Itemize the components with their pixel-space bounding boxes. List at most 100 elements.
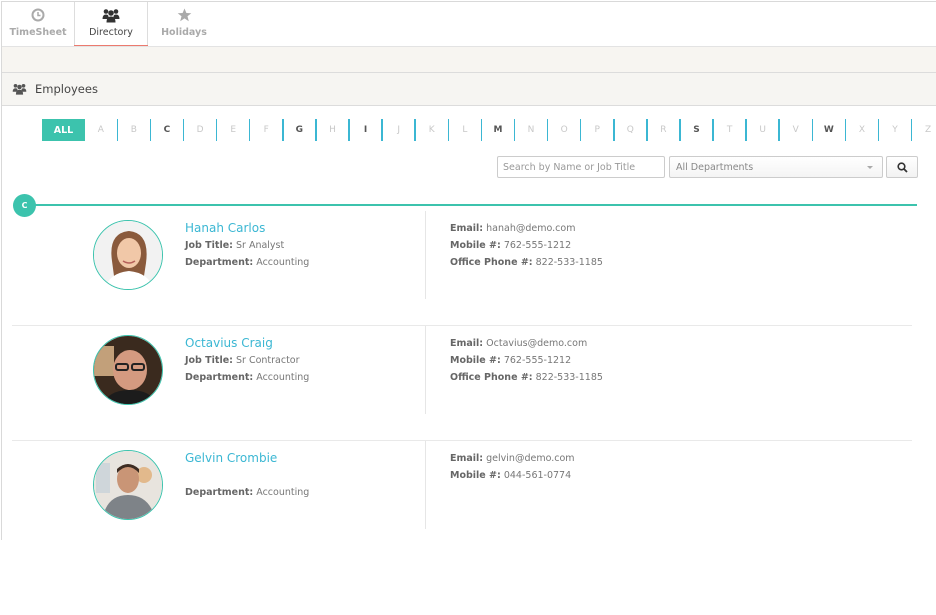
tab-label: Holidays: [161, 27, 207, 38]
email-label: Email:: [450, 223, 484, 234]
filter-letter-a[interactable]: A: [85, 119, 117, 141]
email-field: Email: Octavius@demo.com: [450, 335, 603, 352]
email-field: Email: hanah@demo.com: [450, 220, 603, 237]
search-icon: [896, 158, 908, 177]
tab-timesheet[interactable]: TimeSheet: [2, 2, 74, 46]
filter-letter-x[interactable]: X: [846, 119, 878, 141]
filter-letter-p[interactable]: P: [581, 119, 613, 141]
mobile-field: Mobile #: 762-555-1212: [450, 352, 603, 369]
job-title-label: Job Title:: [185, 355, 233, 366]
email-value[interactable]: hanah@demo.com: [486, 223, 575, 234]
filter-letter-g[interactable]: G: [284, 119, 316, 141]
column-divider: [425, 326, 426, 414]
department-label: Department:: [185, 487, 254, 498]
email-label: Email:: [450, 453, 484, 464]
employee-contact: Email: Octavius@demo.com Mobile #: 762-55…: [450, 335, 603, 386]
tab-label: Directory: [89, 27, 133, 38]
office-phone-label: Office Phone #:: [450, 372, 533, 383]
email-value[interactable]: gelvin@demo.com: [486, 453, 574, 464]
mobile-label: Mobile #:: [450, 240, 501, 251]
department-field: Department: Accounting: [185, 369, 309, 386]
filter-letter-k[interactable]: K: [416, 119, 448, 141]
department-select[interactable]: All Departments: [669, 156, 883, 178]
users-icon: [12, 80, 27, 99]
job-title-field-empty: [185, 467, 309, 484]
email-value[interactable]: Octavius@demo.com: [486, 338, 587, 349]
filter-letter-d[interactable]: D: [184, 119, 216, 141]
main-tabs: TimeSheet Directory Holidays: [2, 2, 220, 48]
department-field: Department: Accounting: [185, 484, 309, 501]
filter-letter-j[interactable]: J: [383, 119, 415, 141]
filter-letter-n[interactable]: N: [515, 119, 547, 141]
employee-row: Gelvin Crombie Department: Accounting Emai…: [12, 441, 912, 556]
office-phone-value: 822-533-1185: [535, 372, 603, 383]
mobile-value: 762-555-1212: [503, 240, 572, 251]
employee-info: Hanah Carlos Job Title: Sr Analyst Departm…: [185, 221, 309, 271]
employee-avatar[interactable]: [93, 220, 163, 290]
job-title-field: Job Title: Sr Analyst: [185, 237, 309, 254]
alphabet-filter: ALL ABCDEFGHIJKLMNOPQRSTUVWXYZ: [42, 119, 936, 141]
filter-letter-m[interactable]: M: [482, 119, 514, 141]
filter-letter-b[interactable]: B: [118, 119, 150, 141]
filter-letter-o[interactable]: O: [548, 119, 580, 141]
filter-letter-v[interactable]: V: [780, 119, 812, 141]
mobile-label: Mobile #:: [450, 470, 501, 481]
employee-avatar[interactable]: [93, 450, 163, 520]
filter-letter-u[interactable]: U: [747, 119, 779, 141]
toolbar-band: [2, 46, 936, 72]
filter-letter-f[interactable]: F: [250, 119, 282, 141]
job-title-value: Sr Contractor: [235, 355, 300, 366]
email-label: Email:: [450, 338, 484, 349]
office-phone-value: 822-533-1185: [535, 257, 603, 268]
filter-letter-s[interactable]: S: [681, 119, 713, 141]
mobile-value: 044-561-0774: [503, 470, 572, 481]
filter-letter-y[interactable]: Y: [879, 119, 911, 141]
job-title-label: Job Title:: [185, 240, 233, 251]
office-phone-field: Office Phone #: 822-533-1185: [450, 369, 603, 386]
panel-header: Employees: [2, 72, 936, 106]
filter-letter-i[interactable]: I: [350, 119, 382, 141]
tab-label: TimeSheet: [9, 27, 67, 38]
clock-icon: [31, 6, 45, 24]
users-icon: [102, 6, 120, 24]
employee-info: Octavius Craig Job Title: Sr Contractor De…: [185, 336, 309, 386]
filter-letter-z[interactable]: Z: [912, 119, 936, 141]
employee-avatar[interactable]: [93, 335, 163, 405]
filter-letter-r[interactable]: R: [648, 119, 680, 141]
employee-info: Gelvin Crombie Department: Accounting: [185, 451, 309, 501]
filter-letter-t[interactable]: T: [714, 119, 746, 141]
mobile-field: Mobile #: 762-555-1212: [450, 237, 603, 254]
search-input[interactable]: [497, 156, 665, 178]
employee-name-link[interactable]: Gelvin Crombie: [185, 451, 309, 467]
column-divider: [425, 211, 426, 299]
column-divider: [425, 441, 426, 529]
department-select-value: All Departments: [676, 161, 754, 173]
office-phone-field: Office Phone #: 822-533-1185: [450, 254, 603, 271]
tab-directory[interactable]: Directory: [74, 2, 148, 48]
filter-letter-h[interactable]: H: [317, 119, 349, 141]
filter-letter-w[interactable]: W: [813, 119, 845, 141]
department-label: Department:: [185, 372, 254, 383]
office-phone-label: Office Phone #:: [450, 257, 533, 268]
department-value: Accounting: [256, 257, 310, 268]
chevron-down-icon: [867, 166, 873, 169]
mobile-value: 762-555-1212: [503, 355, 572, 366]
tab-holidays[interactable]: Holidays: [148, 2, 220, 46]
filter-letter-e[interactable]: E: [217, 119, 249, 141]
employee-row: Hanah Carlos Job Title: Sr Analyst Departm…: [12, 211, 912, 326]
section-divider: [24, 204, 917, 206]
search-button[interactable]: [886, 156, 918, 178]
employee-name-link[interactable]: Hanah Carlos: [185, 221, 309, 237]
filter-all-button[interactable]: ALL: [42, 119, 85, 141]
filter-letter-l[interactable]: L: [449, 119, 481, 141]
mobile-field: Mobile #: 044-561-0774: [450, 467, 575, 484]
department-field: Department: Accounting: [185, 254, 309, 271]
star-icon: [177, 6, 192, 24]
filter-letter-q[interactable]: Q: [615, 119, 647, 141]
employee-name-link[interactable]: Octavius Craig: [185, 336, 309, 352]
filter-letter-c[interactable]: C: [151, 119, 183, 141]
mobile-label: Mobile #:: [450, 355, 501, 366]
job-title-field: Job Title: Sr Contractor: [185, 352, 309, 369]
email-field: Email: gelvin@demo.com: [450, 450, 575, 467]
employee-contact: Email: hanah@demo.com Mobile #: 762-555-1…: [450, 220, 603, 271]
